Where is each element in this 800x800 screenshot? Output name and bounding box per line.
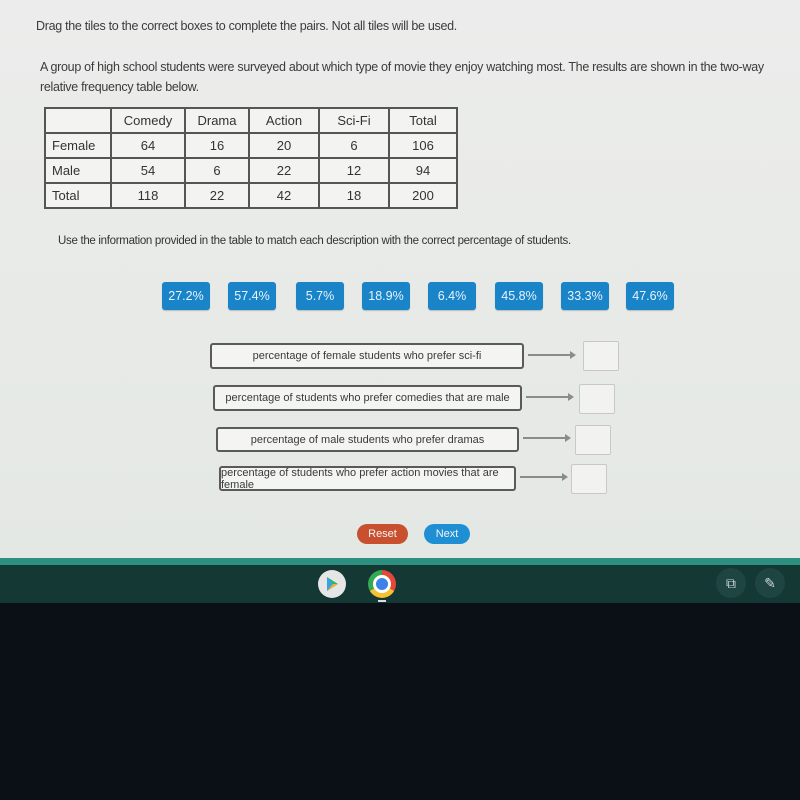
table-cell: 18 xyxy=(318,182,390,209)
table-cell: 42 xyxy=(248,182,320,209)
table-cell: 54 xyxy=(110,157,186,184)
arrow-icon xyxy=(520,473,568,481)
table-row: Female 64 16 20 6 106 xyxy=(44,132,458,159)
answer-tile[interactable]: 5.7% xyxy=(296,282,344,310)
table-cell: 106 xyxy=(388,132,458,159)
play-store-icon[interactable] xyxy=(318,570,346,598)
answer-drop-box[interactable] xyxy=(579,384,615,414)
arrow-icon xyxy=(523,434,571,442)
question-intro: A group of high school students were sur… xyxy=(40,60,764,94)
chrome-center xyxy=(373,575,391,593)
table-header-cell: Total xyxy=(388,107,458,134)
answer-tile[interactable]: 27.2% xyxy=(162,282,210,310)
table-header-row: Comedy Drama Action Sci-Fi Total xyxy=(44,107,458,134)
answer-tile[interactable]: 47.6% xyxy=(626,282,674,310)
browser-content: Drag the tiles to the correct boxes to c… xyxy=(0,0,800,558)
table-cell: 12 xyxy=(318,157,390,184)
stylus-icon[interactable]: ✎ xyxy=(755,568,785,598)
instructions: Drag the tiles to the correct boxes to c… xyxy=(36,19,457,33)
answer-tile[interactable]: 45.8% xyxy=(495,282,543,310)
monitor-bezel xyxy=(0,603,800,800)
table-header-cell xyxy=(44,107,112,134)
table-cell: 64 xyxy=(110,132,186,159)
screen-capture-icon[interactable]: ⧉ xyxy=(716,568,746,598)
table-cell: 118 xyxy=(110,182,186,209)
os-shelf xyxy=(0,565,800,603)
answer-tile[interactable]: 57.4% xyxy=(228,282,276,310)
arrow-icon xyxy=(526,393,574,401)
row-label: Female xyxy=(44,132,112,159)
row-label: Total xyxy=(44,182,112,209)
matching-prompt: Use the information provided in the tabl… xyxy=(58,235,571,247)
pair-description: percentage of female students who prefer… xyxy=(210,343,524,369)
shelf-accent xyxy=(0,558,800,565)
table-header-cell: Action xyxy=(248,107,320,134)
answer-tile[interactable]: 33.3% xyxy=(561,282,609,310)
answer-drop-box[interactable] xyxy=(571,464,607,494)
reset-button[interactable]: Reset xyxy=(357,524,408,544)
table-header-cell: Sci-Fi xyxy=(318,107,390,134)
answer-drop-box[interactable] xyxy=(575,425,611,455)
pair-description: percentage of students who prefer action… xyxy=(219,466,516,491)
table-row: Male 54 6 22 12 94 xyxy=(44,157,458,184)
table-header-cell: Drama xyxy=(184,107,250,134)
answer-tile[interactable]: 6.4% xyxy=(428,282,476,310)
table-cell: 200 xyxy=(388,182,458,209)
table-cell: 22 xyxy=(184,182,250,209)
table-cell: 94 xyxy=(388,157,458,184)
pair-description: percentage of male students who prefer d… xyxy=(216,427,519,452)
table-cell: 16 xyxy=(184,132,250,159)
arrow-icon xyxy=(528,351,576,359)
table-row: Total 118 22 42 18 200 xyxy=(44,182,458,209)
table-cell: 22 xyxy=(248,157,320,184)
row-label: Male xyxy=(44,157,112,184)
frequency-table: Comedy Drama Action Sci-Fi Total Female … xyxy=(44,107,458,209)
table-cell: 20 xyxy=(248,132,320,159)
answer-tile[interactable]: 18.9% xyxy=(362,282,410,310)
answer-drop-box[interactable] xyxy=(583,341,619,371)
running-indicator xyxy=(378,600,386,602)
next-button[interactable]: Next xyxy=(424,524,470,544)
table-cell: 6 xyxy=(184,157,250,184)
table-cell: 6 xyxy=(318,132,390,159)
pair-description: percentage of students who prefer comedi… xyxy=(213,385,522,411)
table-header-cell: Comedy xyxy=(110,107,186,134)
chrome-icon[interactable] xyxy=(368,570,396,598)
